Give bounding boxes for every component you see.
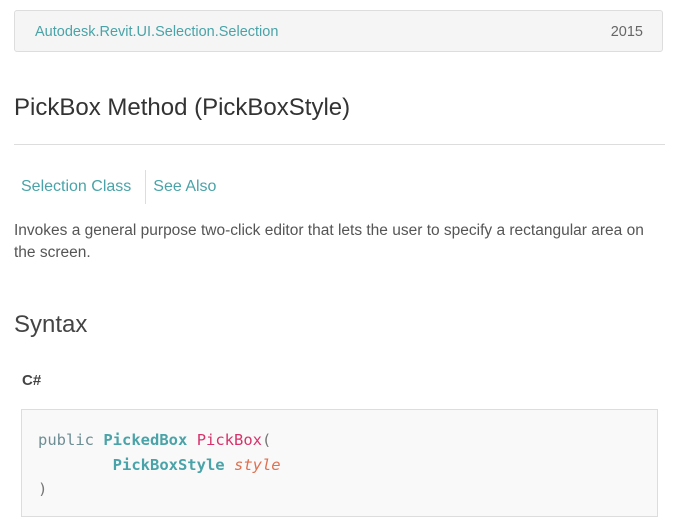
code-return-type: PickedBox [103, 431, 188, 449]
code-line-close: ) [38, 477, 641, 502]
nav-link-selection-class[interactable]: Selection Class [14, 178, 145, 196]
page-title: PickBox Method (PickBoxStyle) [14, 94, 351, 121]
breadcrumb: Autodesk.Revit.UI.Selection.Selection 20… [14, 10, 663, 52]
language-label: C# [22, 372, 42, 389]
code-keyword: public [38, 431, 94, 449]
method-summary: Invokes a general purpose two-click edit… [14, 222, 644, 261]
code-line-signature: public PickedBox PickBox( [38, 428, 641, 453]
nav-link-see-also[interactable]: See Also [146, 178, 230, 196]
breadcrumb-link-selection[interactable]: Autodesk.Revit.UI.Selection.Selection [35, 24, 278, 40]
code-param-type: PickBoxStyle [112, 455, 225, 474]
section-nav: Selection Class See Also [14, 170, 230, 204]
code-close-paren: ) [38, 480, 48, 498]
code-block[interactable]: public PickedBox PickBox( PickBoxStyle s… [21, 409, 658, 517]
syntax-heading: Syntax [14, 311, 88, 338]
code-line-parameter: PickBoxStyle style [38, 453, 641, 478]
code-open-paren: ( [262, 431, 272, 449]
code-param-name: style [233, 455, 281, 474]
code-method-name: PickBox [196, 431, 263, 449]
version-label: 2015 [610, 24, 643, 40]
title-divider [14, 144, 665, 145]
